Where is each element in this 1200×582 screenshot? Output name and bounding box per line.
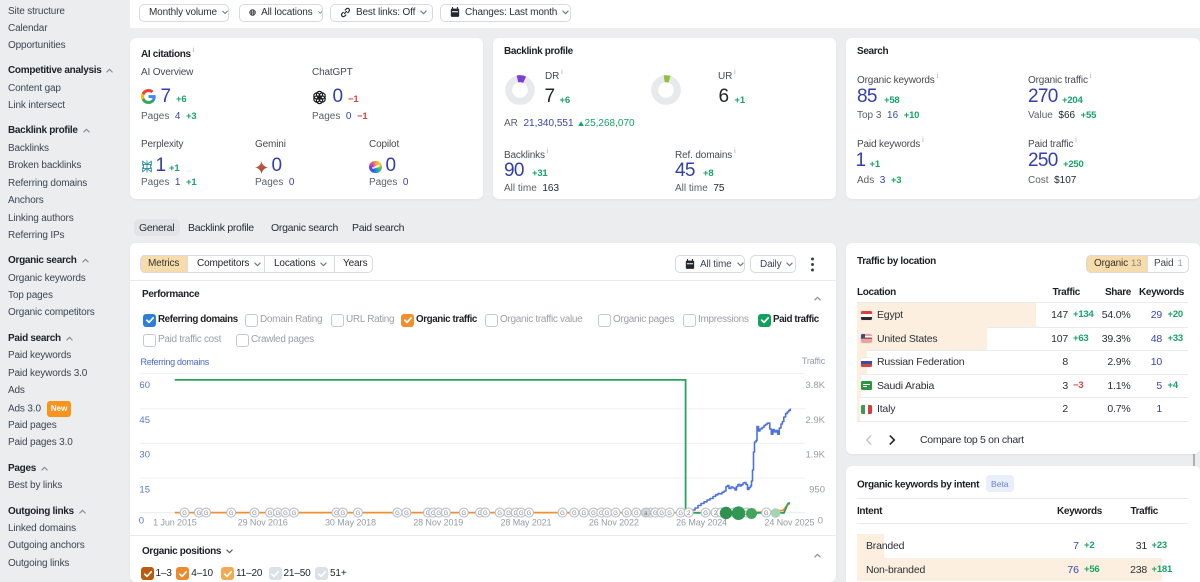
svg-text:G: G: [581, 511, 586, 517]
svg-text:G: G: [436, 511, 441, 517]
svg-text:G: G: [444, 511, 449, 517]
svg-text:26 Nov 2022: 26 Nov 2022: [589, 518, 639, 528]
svg-text:G: G: [356, 511, 361, 517]
svg-text:28 May 2021: 28 May 2021: [501, 518, 552, 528]
svg-text:15: 15: [139, 484, 150, 495]
svg-text:30: 30: [139, 450, 150, 461]
svg-text:G: G: [204, 511, 209, 517]
svg-text:G: G: [197, 511, 202, 517]
svg-text:24 Nov 2025: 24 Nov 2025: [764, 518, 814, 528]
svg-text:1.9K: 1.9K: [805, 450, 825, 461]
svg-text:G: G: [764, 511, 769, 517]
svg-text:G: G: [229, 511, 234, 517]
svg-text:29 Nov 2016: 29 Nov 2016: [238, 518, 288, 528]
svg-text:1 Jun 2015: 1 Jun 2015: [153, 518, 197, 528]
svg-text:G: G: [624, 511, 629, 517]
svg-text:G: G: [461, 511, 466, 517]
svg-text:G: G: [703, 511, 708, 517]
svg-text:G: G: [292, 511, 297, 517]
svg-text:0: 0: [818, 515, 823, 526]
svg-text:G: G: [483, 511, 488, 517]
svg-text:G: G: [340, 511, 345, 517]
svg-text:G: G: [591, 511, 596, 517]
svg-text:950: 950: [809, 484, 825, 495]
svg-text:26 May 2024: 26 May 2024: [676, 518, 727, 528]
svg-text:G: G: [667, 511, 672, 517]
svg-text:G: G: [678, 511, 683, 517]
svg-text:G: G: [634, 511, 639, 517]
svg-text:G: G: [659, 511, 664, 517]
svg-text:G: G: [283, 511, 288, 517]
svg-text:G: G: [613, 511, 618, 517]
svg-text:G: G: [605, 511, 610, 517]
svg-text:60: 60: [139, 380, 150, 391]
svg-text:G: G: [560, 511, 565, 517]
svg-text:G: G: [506, 511, 511, 517]
svg-text:G: G: [527, 511, 532, 517]
svg-text:G: G: [395, 511, 400, 517]
svg-text:G: G: [404, 511, 409, 517]
svg-text:28 Nov 2019: 28 Nov 2019: [413, 518, 463, 528]
svg-text:G: G: [497, 511, 502, 517]
svg-text:45: 45: [139, 415, 150, 426]
svg-text:G: G: [276, 511, 281, 517]
svg-text:3.8K: 3.8K: [805, 380, 825, 391]
svg-text:G: G: [252, 511, 257, 517]
svg-text:2.9K: 2.9K: [805, 415, 825, 426]
svg-text:G: G: [268, 511, 273, 517]
svg-text:G: G: [572, 511, 577, 517]
svg-text:G: G: [182, 511, 187, 517]
svg-text:30 May 2018: 30 May 2018: [325, 518, 376, 528]
svg-text:G: G: [519, 511, 524, 517]
svg-text:0: 0: [139, 515, 144, 526]
